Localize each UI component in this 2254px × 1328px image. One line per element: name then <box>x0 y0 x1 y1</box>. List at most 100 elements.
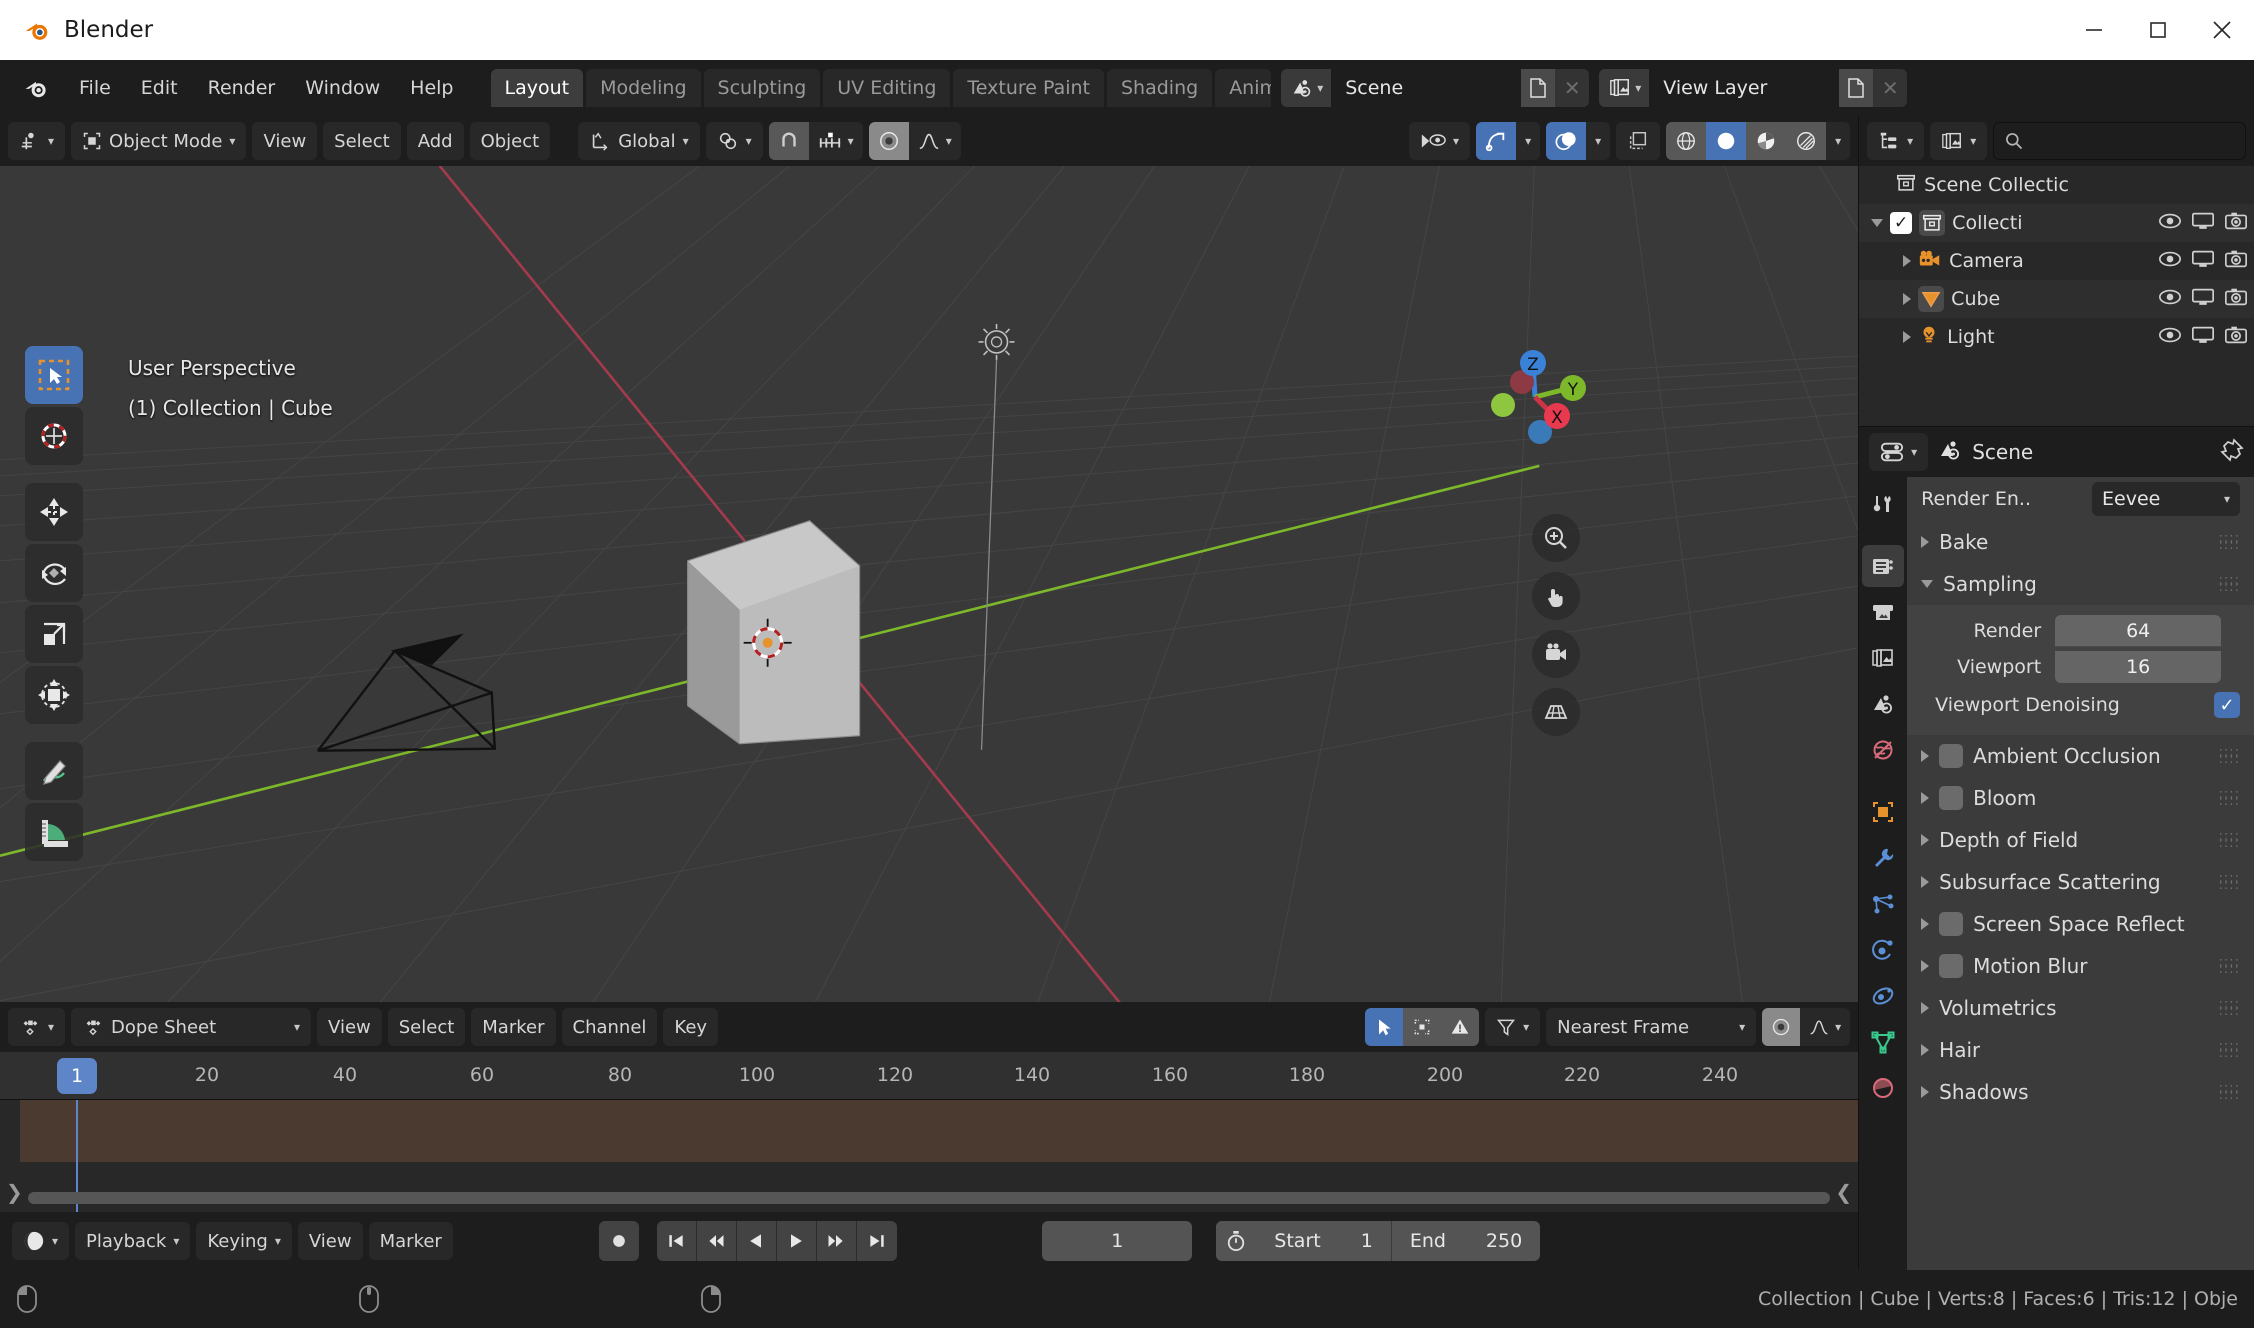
motion-blur-checkbox[interactable] <box>1939 954 1964 978</box>
viewport-3d[interactable]: User Perspective (1) Collection | Cube Z… <box>0 166 1859 1002</box>
tweak-tool-button[interactable] <box>25 346 83 404</box>
render-samples-field[interactable]: 64 <box>2055 615 2222 647</box>
monitor-icon[interactable] <box>2191 287 2215 312</box>
snap-magnet-toggle[interactable] <box>768 122 809 160</box>
dopesheet-menu-channel[interactable]: Channel <box>561 1008 658 1046</box>
eye-icon[interactable] <box>2158 211 2182 236</box>
section-volumetrics[interactable]: Volumetrics :::::::: <box>1907 987 2254 1029</box>
object-tab[interactable] <box>1862 791 1904 833</box>
section-ambient-occlusion[interactable]: Ambient Occlusion :::::::: <box>1907 735 2254 777</box>
overlays-options-dropdown[interactable]: ▾ <box>1586 122 1610 160</box>
shading-material-preview-button[interactable] <box>1746 122 1787 160</box>
ambient-occlusion-checkbox[interactable] <box>1939 744 1964 768</box>
viewport-denoising-checkbox[interactable]: ✓ <box>2214 692 2240 718</box>
expand-channels-icon[interactable]: ❯ <box>6 1180 23 1204</box>
dopesheet-menu-view[interactable]: View <box>317 1008 382 1046</box>
gizmo-options-dropdown[interactable]: ▾ <box>1516 122 1540 160</box>
snap-mode-dropdown[interactable]: ▾ <box>809 122 863 160</box>
chevron-right-icon[interactable] <box>1921 834 1930 846</box>
proportional-falloff-dropdown[interactable]: ▾ <box>909 122 961 160</box>
camera-render-icon[interactable] <box>2224 325 2248 350</box>
screen-space-reflections-checkbox[interactable] <box>1939 912 1964 936</box>
section-bake[interactable]: Bake :::::::: <box>1907 521 2254 563</box>
chevron-right-icon[interactable] <box>1921 918 1930 930</box>
workspace-tab-uv-editing[interactable]: UV Editing <box>823 69 951 107</box>
cursor-tool-button[interactable] <box>25 407 83 465</box>
chevron-right-icon[interactable] <box>1921 1002 1930 1014</box>
chevron-right-icon[interactable] <box>1921 876 1930 888</box>
dopesheet-mode-dropdown[interactable]: Dope Sheet ▾ <box>71 1008 312 1046</box>
scene-unlink-button[interactable]: ✕ <box>1555 69 1590 107</box>
eye-icon[interactable] <box>2158 249 2182 274</box>
editor-type-dopesheet-button[interactable]: ▾ <box>8 1008 66 1046</box>
workspace-tab-texture-paint[interactable]: Texture Paint <box>953 69 1104 107</box>
particles-tab[interactable] <box>1862 883 1904 925</box>
chevron-right-icon[interactable] <box>1903 255 1912 267</box>
monitor-icon[interactable] <box>2191 249 2215 274</box>
view-layer-icon[interactable]: ▾ <box>1599 69 1650 107</box>
material-tab[interactable] <box>1862 1067 1904 1109</box>
camera-view-icon[interactable] <box>1532 630 1581 678</box>
end-frame-field[interactable]: End 250 <box>1392 1221 1540 1261</box>
playback-menu[interactable]: Playback ▾ <box>75 1222 191 1260</box>
section-bloom[interactable]: Bloom :::::::: <box>1907 777 2254 819</box>
section-screen-space-reflections[interactable]: Screen Space Reflect <box>1907 903 2254 945</box>
dopesheet-menu-marker[interactable]: Marker <box>471 1008 556 1046</box>
rotate-tool-button[interactable] <box>25 544 83 602</box>
workspace-tab-modeling[interactable]: Modeling <box>586 69 701 107</box>
editor-type-timeline-button[interactable]: ▾ <box>12 1222 70 1260</box>
modifiers-tab[interactable] <box>1862 837 1904 879</box>
scene-tab[interactable] <box>1862 683 1904 725</box>
scene-new-button[interactable] <box>1521 69 1556 107</box>
play-icon[interactable] <box>777 1221 817 1261</box>
next-keyframe-icon[interactable] <box>817 1221 857 1261</box>
chevron-down-icon[interactable] <box>1921 580 1934 588</box>
object-mode-dropdown[interactable]: Object Mode ▾ <box>71 122 247 160</box>
transform-orientation-dropdown[interactable]: Global ▾ <box>578 122 700 160</box>
view-layer-remove-button[interactable]: ✕ <box>1873 69 1908 107</box>
viewport-menu-view[interactable]: View <box>252 122 318 160</box>
section-sampling[interactable]: Sampling :::::::: <box>1907 563 2254 605</box>
start-frame-field[interactable]: Start 1 <box>1256 1221 1392 1261</box>
proportional-editing-toggle[interactable] <box>868 122 909 160</box>
shading-solid-button[interactable] <box>1706 122 1747 160</box>
viewport-menu-select[interactable]: Select <box>323 122 401 160</box>
menu-window[interactable]: Window <box>290 70 395 106</box>
pivot-point-dropdown[interactable]: ▾ <box>705 122 763 160</box>
transform-tool-button[interactable] <box>25 666 83 724</box>
render-tab[interactable] <box>1862 545 1905 587</box>
editor-type-3dview-button[interactable]: ▾ <box>8 122 66 160</box>
bloom-checkbox[interactable] <box>1939 786 1964 810</box>
view-layer-name-field[interactable]: View Layer <box>1649 69 1840 107</box>
outliner-row-scene-collection[interactable]: Scene Collectic <box>1859 166 2254 204</box>
menu-edit[interactable]: Edit <box>126 70 193 106</box>
toggle-perspective-icon[interactable] <box>1532 688 1581 736</box>
physics-tab[interactable] <box>1862 929 1904 971</box>
chevron-right-icon[interactable] <box>1921 750 1930 762</box>
workspace-tab-shading[interactable]: Shading <box>1107 69 1213 107</box>
section-motion-blur[interactable]: Motion Blur :::::::: <box>1907 945 2254 987</box>
camera-render-icon[interactable] <box>2224 249 2248 274</box>
section-hair[interactable]: Hair :::::::: <box>1907 1029 2254 1071</box>
shading-options-dropdown[interactable]: ▾ <box>1826 122 1850 160</box>
outliner-row-camera[interactable]: Camera <box>1859 242 2254 280</box>
dopesheet-filter-dropdown[interactable]: ▾ <box>1485 1008 1541 1046</box>
chevron-right-icon[interactable] <box>1921 792 1930 804</box>
section-subsurface-scattering[interactable]: Subsurface Scattering :::::::: <box>1907 861 2254 903</box>
navigation-gizmo[interactable]: Z Y X <box>1480 346 1590 456</box>
current-frame-field[interactable]: 1 <box>1042 1221 1193 1261</box>
pin-icon[interactable] <box>2220 438 2244 466</box>
camera-render-icon[interactable] <box>2224 287 2248 312</box>
outliner-search-input[interactable] <box>1993 122 2246 160</box>
world-tab[interactable] <box>1862 729 1904 771</box>
chevron-right-icon[interactable] <box>1903 293 1912 305</box>
jump-start-icon[interactable] <box>657 1221 697 1261</box>
maximize-button[interactable] <box>2126 0 2190 60</box>
dopesheet-area[interactable]: 20 40 60 80 100 120 140 160 180 200 220 … <box>0 1052 1859 1212</box>
section-shadows[interactable]: Shadows :::::::: <box>1907 1071 2254 1113</box>
blender-menu-icon[interactable] <box>22 74 50 102</box>
snap-mode-dropdown-dopesheet[interactable]: Nearest Frame ▾ <box>1546 1008 1757 1046</box>
viewport-samples-field[interactable]: 16 <box>2055 651 2222 683</box>
record-icon[interactable] <box>599 1221 639 1261</box>
timeline-menu-marker[interactable]: Marker <box>368 1222 453 1260</box>
